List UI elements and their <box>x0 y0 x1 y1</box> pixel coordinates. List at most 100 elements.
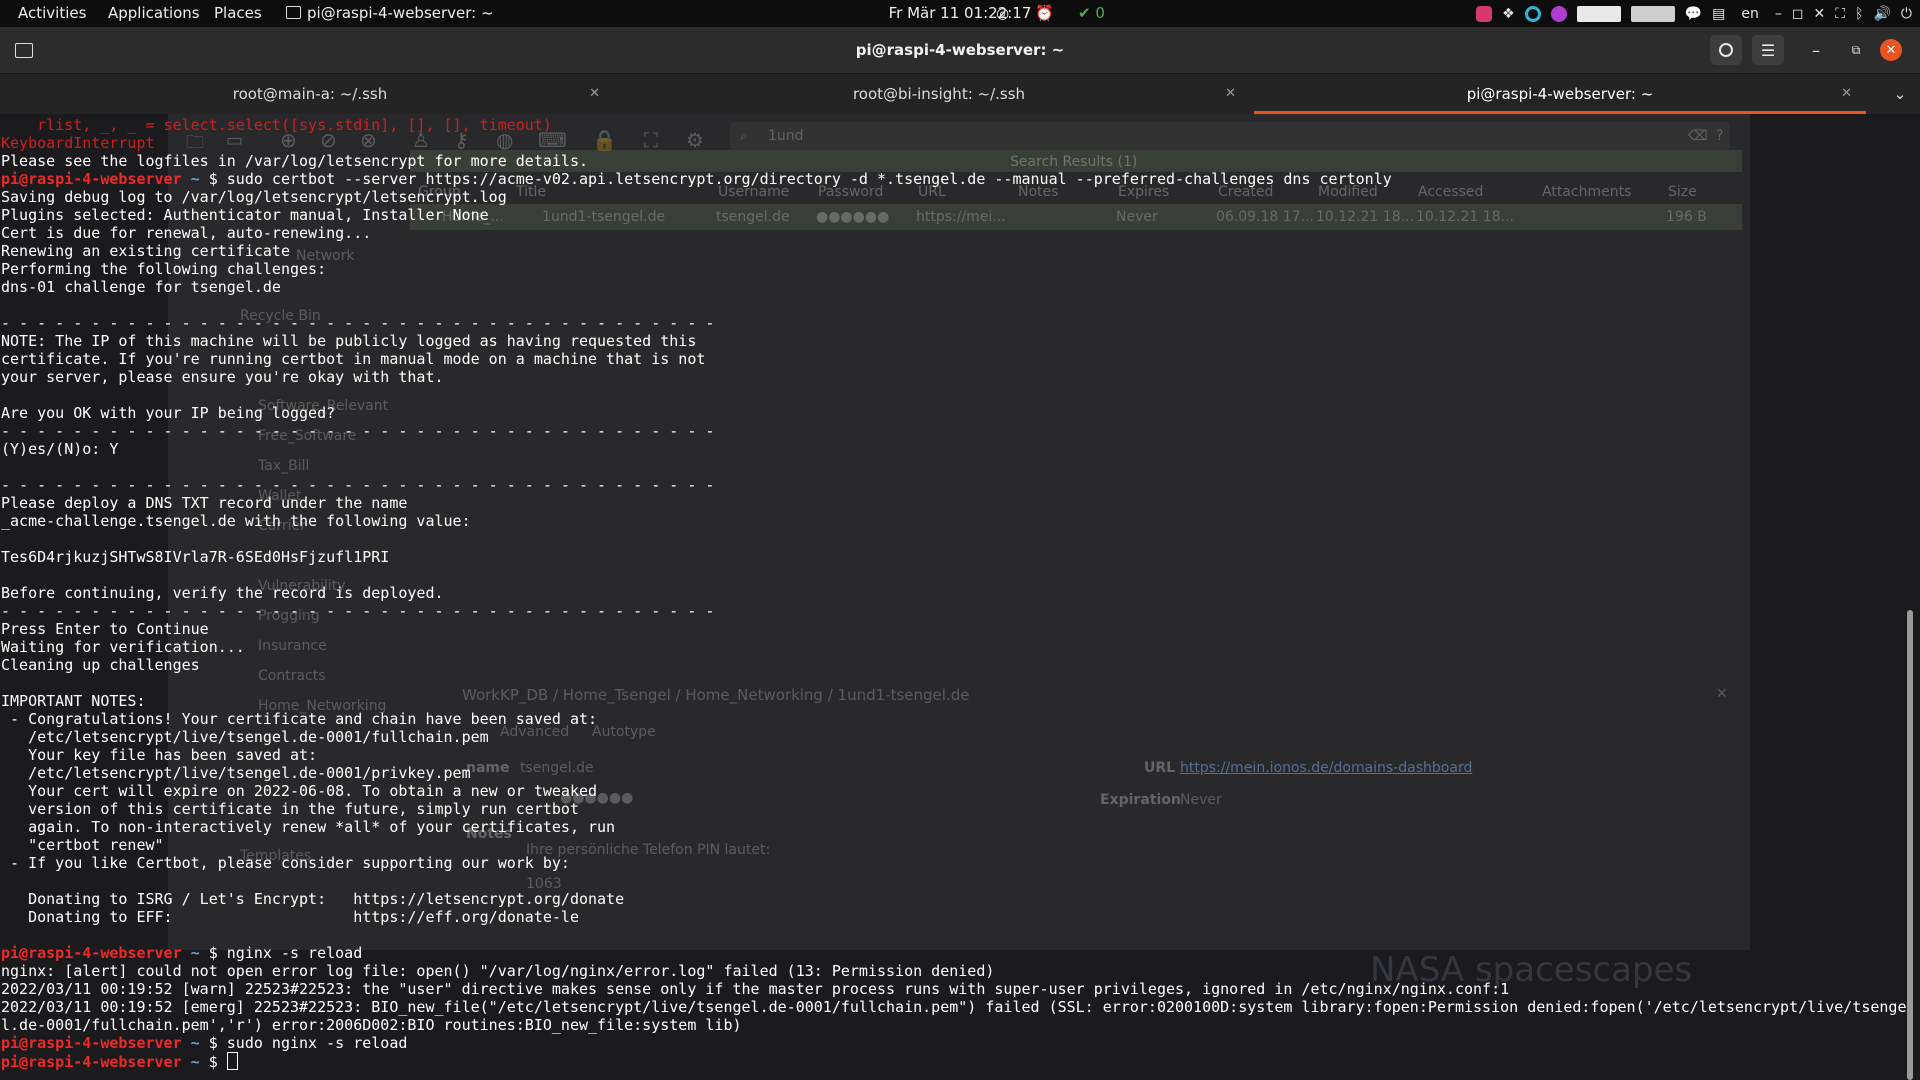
terminal-line: Your key file has been saved at: <box>1 746 318 764</box>
terminal-line: Before continuing, verify the record is … <box>1 584 444 602</box>
tab-bi-insight[interactable]: root@bi-insight: ~/.ssh ✕ <box>628 74 1250 114</box>
tab-bar: root@main-a: ~/.ssh ✕ root@bi-insight: ~… <box>0 74 1920 114</box>
minimize-all-icon[interactable]: – <box>1775 0 1782 27</box>
firefox-icon[interactable] <box>1550 0 1567 27</box>
tab-label: pi@raspi-4-webserver: ~ <box>1466 85 1654 103</box>
terminal-line: dns-01 challenge for tsengel.de <box>1 278 281 296</box>
terminal-line: Performing the following challenges: <box>1 260 327 278</box>
terminal-line: IMPORTANT NOTES: <box>1 692 146 710</box>
terminal-line: /etc/letsencrypt/live/tsengel.de-0001/pr… <box>1 764 471 782</box>
terminal-line: 2022/03/11 00:19:52 [emerg] 22523#22523:… <box>1 998 1907 1016</box>
search-button[interactable] <box>1710 35 1742 65</box>
terminal-line: your server, please ensure you're okay w… <box>1 368 444 386</box>
tab-close-icon[interactable]: ✕ <box>1841 74 1852 114</box>
terminal-header-bar: pi@raspi-4-webserver: ~ ☰ – ⧉ ✕ <box>0 27 1920 74</box>
terminal-line: - - - - - - - - - - - - - - - - - - - - … <box>1 422 715 440</box>
bluetooth-icon[interactable]: ᛒ <box>1855 0 1863 27</box>
terminal-line: 2022/03/11 00:19:52 [warn] 22523#22523: … <box>1 980 1510 998</box>
system-tray: ❖ 💬 ▤ en – ◻ ✕ ⛶ ᛒ 🔊 ⏻ <box>1476 0 1912 27</box>
minimize-button[interactable]: – <box>1800 35 1832 65</box>
window-title: pi@raspi-4-webserver: ~ <box>855 41 1065 59</box>
tab-raspi-webserver[interactable]: pi@raspi-4-webserver: ~ ✕ <box>1254 74 1866 114</box>
terminal-line: Saving debug log to /var/log/letsencrypt… <box>1 188 507 206</box>
pink-app-icon[interactable] <box>1476 0 1493 27</box>
terminal-line: - Congratulations! Your certificate and … <box>1 710 598 728</box>
prompt-symbol: $ <box>208 170 227 188</box>
prompt-user: pi@raspi-4-webserver <box>1 170 182 188</box>
prompt-symbol: $ <box>208 1053 227 1071</box>
chat-icon[interactable]: 💬 <box>1685 0 1702 27</box>
prompt-user: pi@raspi-4-webserver <box>1 1034 182 1052</box>
terminal-line: Your cert will expire on 2022-06-08. To … <box>1 782 598 800</box>
check-status-indicator[interactable]: ✔ 0 <box>1078 0 1105 27</box>
terminal-line: /etc/letsencrypt/live/tsengel.de-0001/fu… <box>1 728 489 746</box>
terminal-prompt-line: pi@raspi-4-webserver ~ $ sudo certbot --… <box>1 170 1392 188</box>
terminal-line: Press Enter to Continue <box>1 620 209 638</box>
terminal-line: Renewing an existing certificate <box>1 242 290 260</box>
tab-close-icon[interactable]: ✕ <box>1225 74 1236 114</box>
maximize-icon[interactable]: ◻ <box>1792 0 1804 27</box>
ring-icon[interactable] <box>1524 0 1541 27</box>
top-bar: Activities Applications Places pi@raspi-… <box>0 0 1920 27</box>
search-icon <box>1719 43 1733 57</box>
terminal-prompt-line[interactable]: pi@raspi-4-webserver ~ $ <box>1 1052 238 1071</box>
terminal-line: l.de-0001/fullchain.pem','r') error:2006… <box>1 1016 742 1034</box>
tab-main-a[interactable]: root@main-a: ~/.ssh ✕ <box>0 74 620 114</box>
terminal-line: - - - - - - - - - - - - - - - - - - - - … <box>1 314 715 332</box>
terminal-prompt-line: pi@raspi-4-webserver ~ $ nginx -s reload <box>1 944 362 962</box>
terminal-line: rlist, _, _ = select.select([sys.stdin],… <box>1 116 552 134</box>
terminal-line: "certbot renew" <box>1 836 164 854</box>
terminal-line: (Y)es/(N)o: Y <box>1 440 119 458</box>
terminal-scrollbar[interactable] <box>1907 610 1913 1080</box>
terminal-line: Cleaning up challenges <box>1 656 200 674</box>
dropbox-icon[interactable]: ❖ <box>1502 0 1515 27</box>
prompt-path: ~ <box>181 170 209 188</box>
tab-list-dropdown[interactable]: ⌄ <box>1880 74 1920 114</box>
terminal-line: Waiting for verification... <box>1 638 245 656</box>
clock-text: Fr Mär 11 01:22:17 <box>888 4 1032 22</box>
terminal-line: Donating to EFF: https://eff.org/donate-… <box>1 908 579 926</box>
screenshot-icon[interactable]: ◎ <box>996 0 1009 27</box>
check-icon: ✔ <box>1078 4 1091 22</box>
prompt-path: ~ <box>181 1034 209 1052</box>
terminal-line: Cert is due for renewal, auto-renewing..… <box>1 224 372 242</box>
terminal-line: - If you like Certbot, please consider s… <box>1 854 570 872</box>
terminal-line: KeyboardInterrupt <box>1 134 155 152</box>
terminal-line: NOTE: The IP of this machine will be pub… <box>1 332 697 350</box>
restore-button[interactable]: ⧉ <box>1840 35 1872 65</box>
terminal-line: - - - - - - - - - - - - - - - - - - - - … <box>1 476 715 494</box>
prompt-symbol: $ <box>208 944 227 962</box>
terminal-output[interactable]: rlist, _, _ = select.select([sys.stdin],… <box>0 114 1907 1080</box>
terminal-command: sudo nginx -s reload <box>226 1034 408 1052</box>
memory-monitor-indicator[interactable] <box>1630 0 1675 27</box>
terminal-line: Tes6D4rjkuzjSHTwS8IVrla7R-6SEd0HsFjzufl1… <box>1 548 390 566</box>
terminal-line: Please deploy a DNS TXT record under the… <box>1 494 408 512</box>
language-indicator[interactable]: en <box>1741 0 1759 27</box>
menu-button[interactable]: ☰ <box>1752 35 1784 65</box>
close-x-icon[interactable]: ✕ <box>1814 0 1826 27</box>
power-icon[interactable]: ⏻ <box>1901 0 1912 27</box>
check-count: 0 <box>1095 4 1105 22</box>
terminal-line: again. To non-interactively renew *all* … <box>1 818 616 836</box>
prompt-path: ~ <box>181 944 209 962</box>
chevron-down-icon: ⌄ <box>1893 85 1907 103</box>
tab-label: root@main-a: ~/.ssh <box>232 85 388 103</box>
terminal-line: Please see the logfiles in /var/log/lets… <box>1 152 588 170</box>
prompt-user: pi@raspi-4-webserver <box>1 1053 182 1071</box>
volume-icon[interactable]: 🔊 <box>1873 0 1890 27</box>
terminal-line: Plugins selected: Authenticator manual, … <box>1 206 489 224</box>
prompt-symbol: $ <box>208 1034 227 1052</box>
close-icon: ✕ <box>1885 42 1897 58</box>
prompt-path: ~ <box>181 1053 209 1071</box>
tab-close-icon[interactable]: ✕ <box>589 74 600 114</box>
clipboard-icon[interactable]: ▤ <box>1712 0 1725 27</box>
alarm-clock-icon[interactable]: ⏰ <box>1035 0 1054 27</box>
terminal-cursor <box>226 1052 238 1070</box>
cpu-monitor-indicator[interactable] <box>1576 0 1621 27</box>
network-icon[interactable]: ⛶ <box>1835 0 1845 27</box>
terminal-command: sudo certbot --server https://acme-v02.a… <box>226 170 1392 188</box>
close-button[interactable]: ✕ <box>1880 39 1902 61</box>
terminal-line: Donating to ISRG / Let's Encrypt: https:… <box>1 890 625 908</box>
terminal-line: Are you OK with your IP being logged? <box>1 404 336 422</box>
hamburger-icon: ☰ <box>1760 40 1776 60</box>
